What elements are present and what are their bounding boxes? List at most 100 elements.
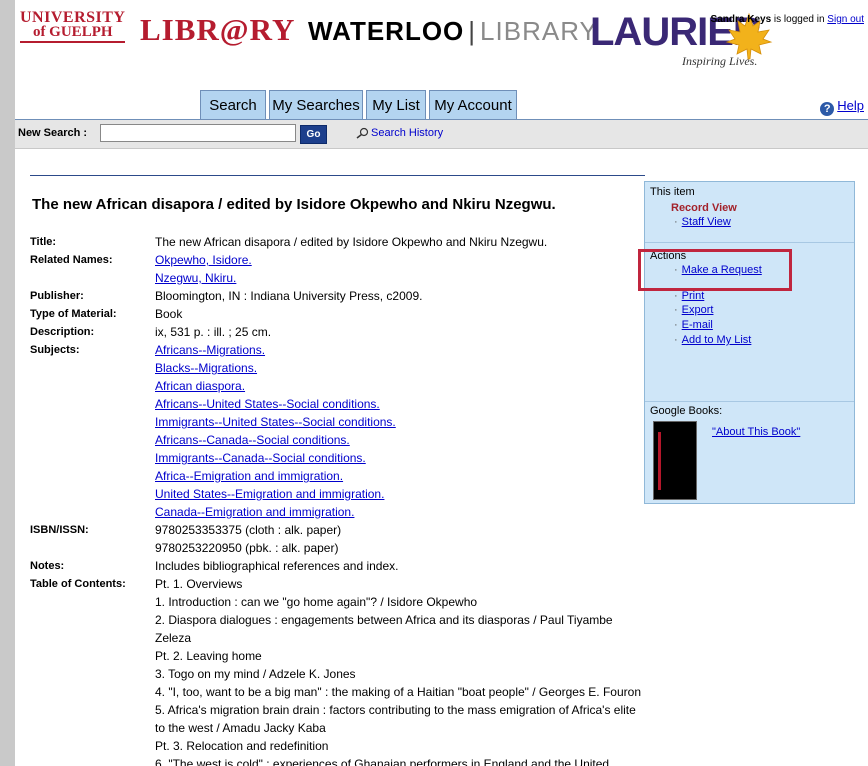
field-label: ISBN/ISSN: [30, 524, 89, 536]
laurier-tagline: Inspiring Lives. [682, 54, 758, 68]
isbn-value: 9780253220950 (pbk. : alk. paper) [155, 541, 339, 555]
field-label: Description: [30, 326, 95, 338]
toc-entry: Pt. 2. Leaving home [155, 649, 262, 663]
field-publisher: Publisher: Bloomington, IN : Indiana Uni… [30, 287, 645, 305]
field-related-names: Related Names: Okpewho, Isidore. Nzegwu,… [30, 251, 645, 287]
field-value: Bloomington, IN : Indiana University Pre… [155, 289, 423, 303]
tab-search[interactable]: Search [200, 90, 266, 119]
logged-in-user: Sandra Keys [710, 14, 772, 25]
help-link[interactable]: ? Help [820, 98, 864, 116]
login-status: Sandra Keys is logged in Sign out [711, 14, 864, 25]
field-notes: Notes: Includes bibliographical referenc… [30, 557, 645, 575]
toc-entry: 4. "I, too, want to be a big man" : the … [155, 685, 641, 699]
field-value: The new African disapora / edited by Isi… [155, 235, 548, 249]
subject-link[interactable]: Blacks--Migrations. [155, 359, 645, 377]
related-name-link[interactable]: Okpewho, Isidore. [155, 251, 645, 269]
search-history-link[interactable]: Search History [355, 127, 443, 139]
field-type: Type of Material: Book [30, 305, 645, 323]
toc-entry: 3. Togo on my mind / Adzele K. Jones [155, 667, 356, 681]
login-text: is logged in [771, 14, 828, 25]
search-input[interactable] [100, 124, 296, 142]
waterloo-library-logo[interactable]: WATERLOO | LIBRARY [308, 16, 598, 47]
book-cover-spine [658, 432, 661, 490]
field-table-of-contents: Table of Contents: Pt. 1. Overviews 1. I… [30, 575, 645, 766]
field-subjects: Subjects: Africans--Migrations. Blacks--… [30, 341, 645, 521]
subject-link[interactable]: United States--Emigration and immigratio… [155, 485, 645, 503]
search-bar: New Search : Go Search History [15, 119, 868, 149]
guelph-logo-line1: UNIVERSITY [20, 9, 126, 26]
field-label: Related Names: [30, 254, 113, 266]
tab-my-list[interactable]: My List [366, 90, 426, 119]
email-link[interactable]: · E-mail [674, 319, 713, 331]
tab-my-account[interactable]: My Account [429, 90, 517, 119]
bullet-dot: · [674, 216, 678, 228]
sign-out-link[interactable]: Sign out [827, 14, 864, 25]
toc-entry: 1. Introduction : can we "go home again"… [155, 595, 478, 609]
print-label: Print [681, 290, 705, 302]
field-label: Notes: [30, 560, 65, 572]
staff-view-label: Staff View [681, 216, 731, 228]
guelph-library-logo[interactable]: LIBR@RY [140, 12, 295, 48]
search-history-icon [356, 127, 369, 139]
go-button[interactable]: Go [300, 125, 327, 144]
help-label: Help [837, 98, 864, 113]
waterloo-library-word: LIBRARY [480, 16, 598, 46]
subject-link[interactable]: Africans--Canada--Social conditions. [155, 431, 645, 449]
subject-link[interactable]: Africa--Emigration and immigration. [155, 467, 645, 485]
sidebar-divider [645, 401, 854, 402]
guelph-logo[interactable]: UNIVERSITY of GUELPH [20, 9, 126, 43]
subject-link[interactable]: African diaspora. [155, 377, 645, 395]
subject-link[interactable]: Immigrants--Canada--Social conditions. [155, 449, 645, 467]
field-value: Includes bibliographical references and … [155, 559, 399, 573]
subject-link[interactable]: Canada--Emigration and immigration. [155, 503, 645, 521]
subject-link[interactable]: Immigrants--United States--Social condit… [155, 413, 645, 431]
add-to-my-list-link[interactable]: · Add to My List [674, 334, 751, 346]
isbn-value: 9780253353375 (cloth : alk. paper) [155, 523, 342, 537]
header-logos: UNIVERSITY of GUELPH LIBR@RY WATERLOO | LI… [15, 8, 868, 78]
staff-view-link[interactable]: · Staff View [674, 216, 731, 228]
help-icon: ? [820, 102, 835, 116]
title-divider [30, 175, 645, 176]
field-value: Book [155, 307, 183, 321]
field-description: Description: ix, 531 p. : ill. ; 25 cm. [30, 323, 645, 341]
export-link[interactable]: · Export [674, 304, 713, 316]
waterloo-word: WATERLOO [308, 16, 465, 46]
field-isbn: ISBN/ISSN: 9780253353375 (cloth : alk. p… [30, 521, 645, 557]
toc-entry: 6. "The west is cold" : experiences of G… [155, 757, 610, 766]
toc-entry: Pt. 1. Overviews [155, 577, 243, 591]
subject-link[interactable]: Africans--United States--Social conditio… [155, 395, 645, 413]
sidebar-divider [645, 242, 854, 243]
print-link[interactable]: · Print [674, 290, 704, 302]
toc-entry: 2. Diaspora dialogues : engagements betw… [155, 613, 613, 645]
field-label: Table of Contents: [30, 578, 126, 590]
export-label: Export [681, 304, 714, 316]
book-cover-thumbnail[interactable] [653, 421, 697, 500]
field-label: Publisher: [30, 290, 84, 302]
email-label: E-mail [681, 319, 713, 331]
bullet-dot: · [674, 290, 678, 302]
new-search-label: New Search : [18, 127, 88, 139]
field-value: ix, 531 p. : ill. ; 25 cm. [155, 325, 272, 339]
bullet-dot: · [674, 319, 678, 331]
item-sidebar: This item Record View · Staff View Action… [644, 181, 855, 504]
field-label: Type of Material: [30, 308, 117, 320]
tab-my-searches[interactable]: My Searches [269, 90, 363, 119]
highlight-box [638, 249, 792, 291]
record-view-current: Record View [671, 202, 737, 214]
catalog-page: UNIVERSITY of GUELPH LIBR@RY WATERLOO | LI… [15, 0, 868, 766]
guelph-logo-line2: of GUELPH [20, 25, 126, 43]
add-to-my-list-label: Add to My List [681, 334, 752, 346]
field-title: Title: The new African disapora / edited… [30, 233, 645, 251]
waterloo-separator: | [468, 16, 477, 46]
subject-link[interactable]: Africans--Migrations. [155, 341, 645, 359]
related-name-link[interactable]: Nzegwu, Nkiru. [155, 269, 645, 287]
record-title: The new African disapora / edited by Isi… [32, 196, 556, 213]
google-books-heading: Google Books: [650, 405, 723, 417]
field-label: Subjects: [30, 344, 80, 356]
toc-entry: 5. Africa's migration brain drain : fact… [155, 703, 636, 735]
record-details: Title: The new African disapora / edited… [30, 233, 645, 766]
about-this-book-link[interactable]: "About This Book" [712, 426, 800, 438]
field-label: Title: [30, 236, 57, 248]
bullet-dot: · [674, 334, 678, 346]
this-item-heading: This item [650, 186, 695, 198]
